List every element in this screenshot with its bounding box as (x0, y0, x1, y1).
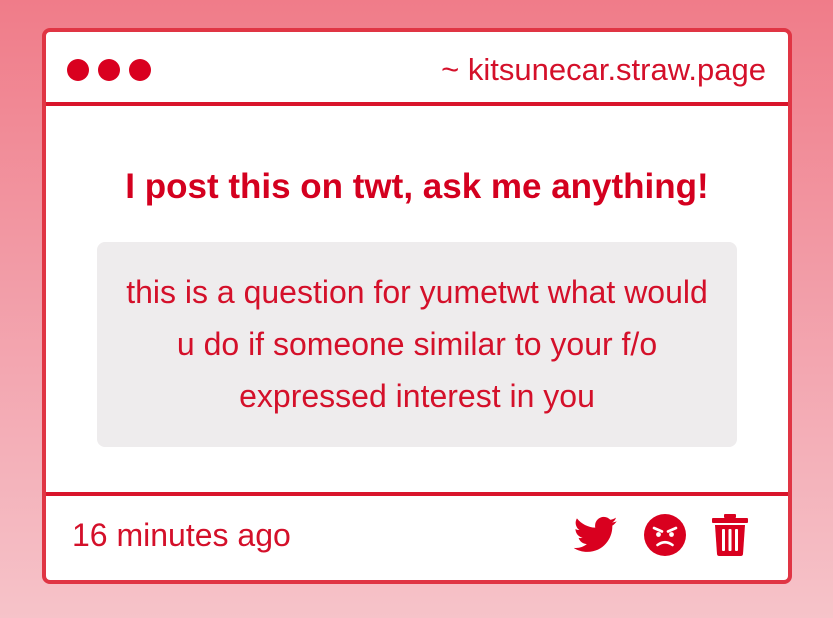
timestamp: 16 minutes ago (72, 517, 291, 553)
twitter-bird-icon (574, 516, 618, 552)
question-card: ~ kitsunecar.straw.page I post this on t… (42, 28, 792, 584)
window-dot-icon (129, 59, 151, 81)
window-dot-icon (67, 59, 89, 81)
trash-icon (712, 514, 748, 556)
question-text: this is a question for yumetwt what woul… (126, 274, 708, 414)
site-url: ~ kitsunecar.straw.page (441, 52, 766, 87)
window-dots (67, 59, 151, 81)
angry-face-icon (644, 514, 686, 556)
question-box: this is a question for yumetwt what woul… (97, 242, 737, 447)
report-button[interactable] (644, 514, 686, 556)
window-titlebar: ~ kitsunecar.straw.page (46, 32, 788, 106)
action-bar (574, 514, 748, 556)
window-dot-icon (98, 59, 120, 81)
twitter-share-button[interactable] (574, 516, 618, 554)
delete-button[interactable] (712, 514, 748, 556)
card-content: I post this on twt, ask me anything! thi… (46, 106, 788, 496)
prompt-title: I post this on twt, ask me anything! (125, 167, 709, 206)
card-footer: 16 minutes ago (46, 492, 788, 580)
